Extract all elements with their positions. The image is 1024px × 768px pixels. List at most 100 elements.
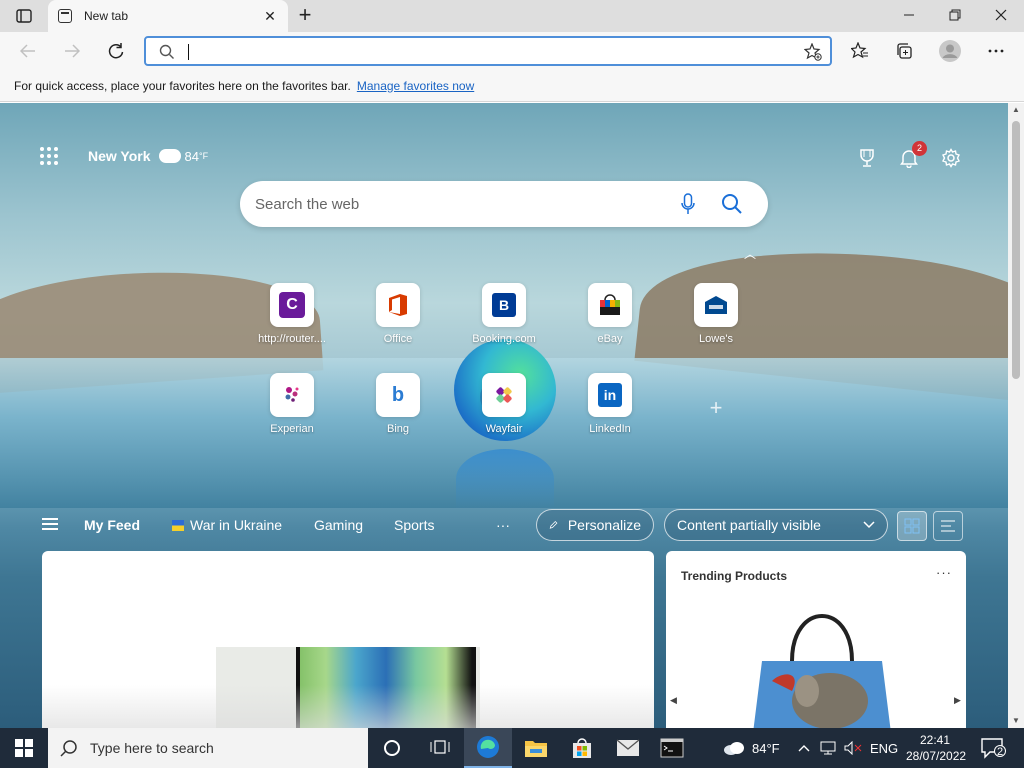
avatar-icon <box>939 40 961 62</box>
taskbar-store[interactable] <box>558 728 606 768</box>
address-bar[interactable] <box>144 36 832 66</box>
task-view-button[interactable] <box>416 728 464 768</box>
profile-button[interactable] <box>936 37 964 65</box>
search-icon <box>60 740 77 757</box>
notifications-button[interactable]: 2 <box>898 141 927 169</box>
scroll-down-icon[interactable]: ▼ <box>1008 714 1024 728</box>
taskbar-search-box[interactable]: Type here to search <box>48 728 368 768</box>
clock-time: 22:41 <box>919 733 951 747</box>
tab-actions-button[interactable] <box>10 6 38 26</box>
add-favorite-icon[interactable] <box>804 43 822 61</box>
weather-temp[interactable]: 84 <box>185 149 199 164</box>
forward-button[interactable] <box>58 37 86 65</box>
feed-tab-war-in-ukraine[interactable]: War in Ukraine <box>172 517 282 533</box>
scroll-up-icon[interactable]: ▲ <box>1008 103 1024 117</box>
add-site-button[interactable]: + <box>704 397 728 421</box>
tab-strip: New tab ✕ + <box>0 0 1024 32</box>
weather-city[interactable]: New York <box>88 148 151 164</box>
quick-link-tile[interactable]: eBay <box>568 283 652 345</box>
manage-favorites-link[interactable]: Manage favorites now <box>357 79 474 93</box>
forward-arrow-icon <box>65 44 80 58</box>
feed-navigation: My Feed War in Ukraine Gaming Sports ···… <box>0 501 1008 551</box>
cortana-circle-icon <box>384 740 400 756</box>
feed-more-button[interactable]: ··· <box>496 517 510 533</box>
quick-link-tile[interactable]: in LinkedIn <box>568 373 652 435</box>
tile-label: Lowe's <box>699 333 733 345</box>
weather-unit: °F <box>198 151 209 161</box>
collections-button[interactable] <box>890 37 918 65</box>
linkedin-icon: in <box>588 373 632 417</box>
personalize-button[interactable]: Personalize <box>536 509 654 541</box>
app-launcher-icon[interactable] <box>40 147 58 165</box>
mail-icon <box>616 739 640 756</box>
tab-title: New tab <box>84 9 129 23</box>
taskbar-search-placeholder: Type here to search <box>90 740 214 756</box>
start-button[interactable] <box>0 728 48 768</box>
tab-close-button[interactable]: ✕ <box>262 8 278 24</box>
quick-link-tile[interactable]: Experian <box>250 373 334 435</box>
tile-label: eBay <box>597 333 623 345</box>
new-tab-button[interactable]: + <box>292 4 318 28</box>
tray-weather[interactable]: 84°F <box>722 728 780 768</box>
input-language[interactable]: ENG <box>870 728 898 768</box>
network-status[interactable] <box>820 728 838 768</box>
page-scrollbar[interactable]: ▲ ▼ <box>1008 103 1024 728</box>
carousel-prev-icon[interactable]: ◀ <box>670 695 677 706</box>
feed-tab-sports[interactable]: Sports <box>394 517 434 533</box>
trending-products-title: Trending Products <box>681 569 788 583</box>
handbag-product-image[interactable] <box>732 591 912 728</box>
cortana-button[interactable] <box>368 728 416 768</box>
edge-logo-reflection <box>456 449 554 509</box>
browser-toolbar <box>0 32 1024 70</box>
tile-label: Booking.com <box>472 333 536 345</box>
feed-tab-my-feed[interactable]: My Feed <box>84 517 140 533</box>
minimize-button[interactable] <box>886 0 932 30</box>
quick-link-tile[interactable]: b Bing <box>356 373 440 435</box>
terminal-icon <box>660 738 684 758</box>
favorites-icon <box>851 42 868 59</box>
taskbar-mail[interactable] <box>604 728 652 768</box>
address-input[interactable] <box>192 41 792 61</box>
show-hidden-icons-button[interactable] <box>798 728 810 768</box>
card-more-button[interactable]: ··· <box>936 565 952 580</box>
tab-new-tab[interactable]: New tab ✕ <box>48 0 288 32</box>
close-window-button[interactable] <box>978 0 1024 30</box>
c-icon: C <box>270 283 314 327</box>
microphone-icon[interactable] <box>680 193 696 215</box>
feed-card-main[interactable] <box>42 551 654 728</box>
web-search-input[interactable] <box>255 193 655 215</box>
web-search-box[interactable] <box>240 181 768 227</box>
content-visibility-label: Content partially visible <box>677 517 821 533</box>
clock-date: 28/07/2022 <box>906 749 967 763</box>
refresh-button[interactable] <box>102 37 130 65</box>
quick-link-tile[interactable]: C http://router.... <box>250 283 334 345</box>
taskbar-edge[interactable] <box>464 728 512 768</box>
rewards-button[interactable] <box>856 147 878 169</box>
gear-icon <box>942 148 960 168</box>
settings-more-button[interactable] <box>982 37 1010 65</box>
carousel-next-icon[interactable]: ▶ <box>954 695 961 706</box>
volume-status[interactable] <box>844 728 862 768</box>
restore-button[interactable] <box>932 0 978 30</box>
back-button[interactable] <box>14 37 42 65</box>
taskbar-clock[interactable]: 22:41 28/07/2022 <box>906 732 967 764</box>
content-visibility-dropdown[interactable]: Content partially visible <box>664 509 888 541</box>
page-settings-button[interactable] <box>940 147 962 169</box>
tab-actions-icon <box>16 9 32 23</box>
quick-link-tile[interactable]: Wayfair <box>462 373 546 435</box>
collapse-links-button[interactable]: ︿ <box>744 245 756 262</box>
search-submit-icon[interactable] <box>720 192 744 216</box>
scrollbar-thumb[interactable] <box>1012 121 1020 379</box>
favorites-button[interactable] <box>846 37 874 65</box>
taskbar-file-explorer[interactable] <box>512 728 560 768</box>
quick-link-tile[interactable]: Lowe's <box>674 283 758 345</box>
feed-tab-gaming[interactable]: Gaming <box>314 517 363 533</box>
grid-view-button[interactable] <box>897 511 927 541</box>
action-center-button[interactable]: 2 <box>980 737 1006 759</box>
list-view-button[interactable] <box>933 511 963 541</box>
quick-link-tile[interactable]: Office <box>356 283 440 345</box>
taskbar-terminal[interactable] <box>648 728 696 768</box>
hamburger-menu-icon[interactable] <box>42 518 58 530</box>
favorites-bar-message: For quick access, place your favorites h… <box>14 78 351 93</box>
quick-link-tile[interactable]: B Booking.com <box>462 283 546 345</box>
